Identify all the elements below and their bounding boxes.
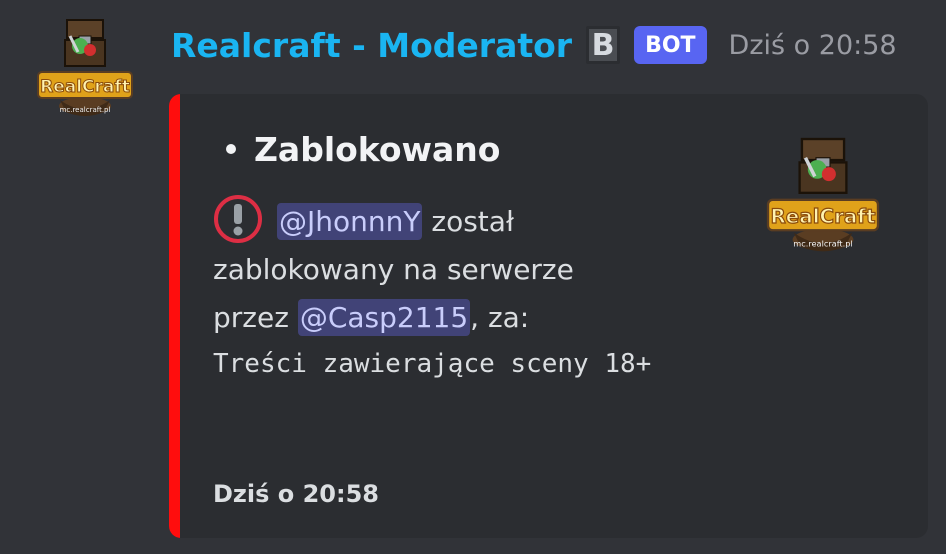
realcraft-logo-icon: RealCraft mc.realcraft.pl [37,19,133,116]
embed-accent-bar [169,94,180,538]
ban-reason: Treści zawierające sceny 18+ [213,349,652,379]
description-text: przez [213,301,298,334]
role-badge[interactable]: B [586,26,621,64]
bullet-icon [226,143,236,154]
embed-thumbnail[interactable]: RealCraft mc.realcraft.pl [755,132,891,256]
svg-text:RealCraft: RealCraft [40,77,130,97]
banned-user-mention[interactable]: @JhonnnY [277,203,423,240]
description-line-2: zablokowany na serwerze [213,253,574,286]
author-username[interactable]: Realcraft - Moderator [171,26,572,65]
description-text: został [422,205,514,238]
svg-text:mc.realcraft.pl: mc.realcraft.pl [793,239,852,249]
message-timestamp[interactable]: Dziś o 20:58 [729,30,897,61]
svg-text:mc.realcraft.pl: mc.realcraft.pl [60,106,111,114]
message-header: Realcraft - Moderator B BOT Dziś o 20:58 [171,20,897,70]
bot-tag: BOT [634,26,707,64]
exclamation-circle-icon [214,195,262,243]
svg-text:RealCraft: RealCraft [771,205,876,228]
description-line-1: @JhonnnY został [213,195,733,246]
realcraft-logo-icon: RealCraft mc.realcraft.pl [766,137,880,252]
description-text: , za: [470,301,530,334]
description-line-3: przez @Casp2115, za: [213,294,733,342]
embed-title: Zablokowano [226,130,500,169]
embed-description: @JhonnnY został zablokowany na serwerze … [213,195,733,384]
author-avatar[interactable]: RealCraft mc.realcraft.pl [30,14,140,120]
moderator-mention[interactable]: @Casp2115 [297,299,471,336]
chat-message: RealCraft mc.realcraft.pl Realcraft - Mo… [0,0,946,554]
embed-footer-timestamp: Dziś o 20:58 [213,480,379,508]
embed-card: Zablokowano RealCraft mc.realcraft.pl @J… [169,94,928,538]
embed-title-text: Zablokowano [254,130,501,169]
